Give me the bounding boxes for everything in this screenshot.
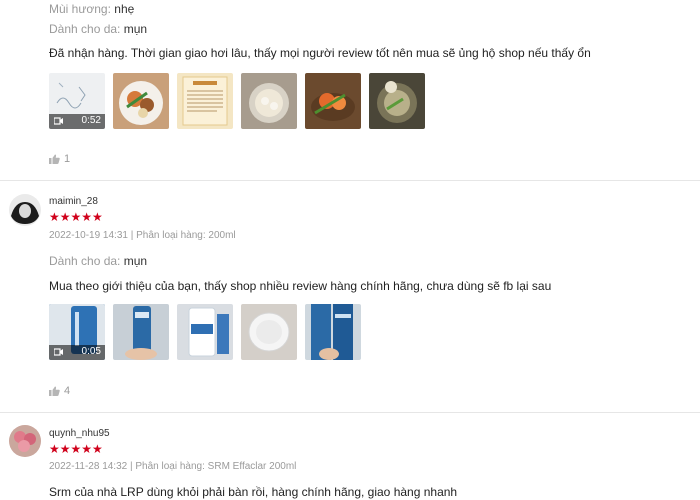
review2-like[interactable]: 4 [49,385,70,397]
thumbs-up-icon [49,154,60,164]
avatar-image [9,194,41,226]
attr-value: nhẹ [114,2,135,16]
like-count: 4 [64,385,71,397]
username[interactable]: quynh_nhu95 [49,428,110,439]
attr-value: mụn [123,254,148,268]
meta-separator: | [130,461,133,472]
video-duration: 0:52 [81,115,101,126]
card-photo [182,76,228,126]
review1-attr-skin: Dành cho da: mụn [49,22,147,36]
review3-comment: Srm của nhà LRP dùng khỏi phải bàn rồi, … [49,485,458,499]
review-divider [0,180,700,181]
review2-photo-3[interactable] [177,304,233,360]
review1-attr-scent: Mùi hương: nhẹ [49,2,134,16]
rating-stars: ★★★★★ [49,442,103,456]
review-meta: 2022-10-19 14:31 | Phân loại hàng: 200ml [49,230,236,241]
review-variant: Phân loại hàng: SRM Effaclar 200ml [135,461,297,472]
attr-key: Dành cho da: [49,254,121,268]
attr-key: Dành cho da: [49,22,121,36]
bowl-photo [249,83,289,123]
review-date: 2022-11-28 14:32 [49,461,128,472]
product-photo [311,304,353,360]
review1-photo-5[interactable] [305,73,361,129]
review2-photo-5[interactable] [305,304,361,360]
rating-stars: ★★★★★ [49,210,103,224]
dish-photo [377,81,417,123]
video-overlay: 0:05 [49,345,105,360]
meta-separator: | [130,230,134,241]
avatar[interactable] [9,425,41,457]
review1-like[interactable]: 1 [49,153,70,165]
cap-photo [248,312,290,352]
video-camera-icon [54,117,63,125]
thumbs-up-icon [49,386,60,396]
video-duration: 0:05 [81,346,101,357]
review1-photo-4[interactable] [241,73,297,129]
attr-value: mụn [123,22,148,36]
like-count: 1 [64,153,71,165]
food-photo [119,81,163,125]
avatar-image [9,425,41,457]
review2-photo-4[interactable] [241,304,297,360]
username[interactable]: maimin_28 [49,196,98,207]
video-camera-icon [54,348,63,356]
review-divider [0,412,700,413]
review1-photo-3[interactable] [177,73,233,129]
review2-attr-skin: Dành cho da: mụn [49,254,147,268]
review-date: 2022-10-19 14:31 [49,230,128,241]
video-overlay: 0:52 [49,114,105,129]
review-variant: Phân loại hàng: 200ml [136,230,236,241]
review2-video-thumb[interactable]: 0:05 [49,304,105,360]
review1-photo-6[interactable] [369,73,425,129]
product-photo [125,306,157,360]
review-meta: 2022-11-28 14:32 | Phân loại hàng: SRM E… [49,461,296,472]
review1-photo-2[interactable] [113,73,169,129]
review2-comment: Mua theo giới thiệu của bạn, thấy shop n… [49,279,552,293]
product-photo [188,307,229,357]
review2-photo-2[interactable] [113,304,169,360]
review1-comment: Đã nhận hàng. Thời gian giao hơi lâu, th… [49,46,591,60]
shrimp-photo [311,93,355,121]
attr-key: Mùi hương: [49,2,111,16]
review1-video-thumb[interactable]: 0:52 [49,73,105,129]
avatar[interactable] [9,194,41,226]
